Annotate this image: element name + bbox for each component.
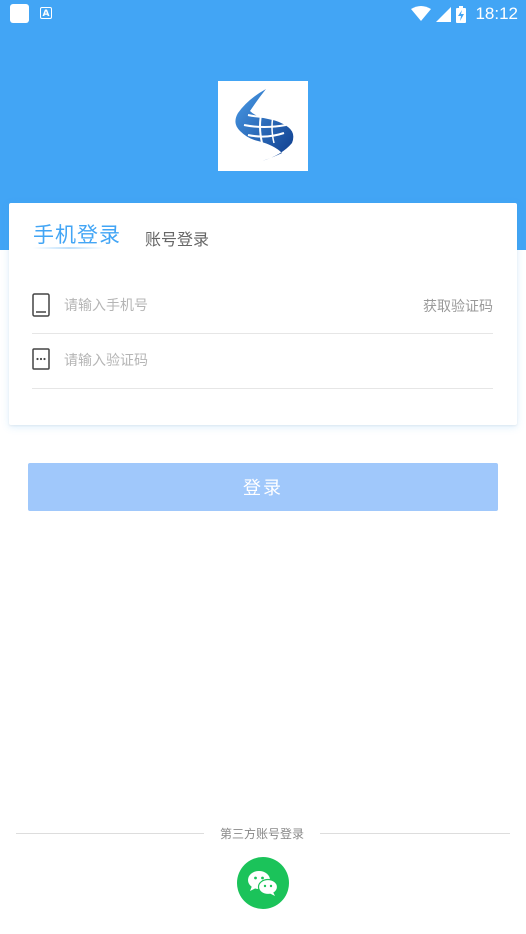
code-input[interactable] [64, 350, 364, 372]
third-party-label: 第三方账号登录 [219, 827, 304, 841]
divider-right [320, 833, 510, 834]
status-bar: A 18:12 [0, 0, 526, 28]
code-field-row [32, 334, 493, 389]
login-button[interactable]: 登录 [28, 463, 498, 511]
tab-phone-login[interactable]: 手机登录 [33, 219, 121, 249]
phone-field-row: 获取验证码 [32, 279, 493, 334]
wechat-login-button[interactable] [237, 857, 289, 909]
login-card: 手机登录 账号登录 获取验证码 [9, 203, 517, 425]
app-notification-icon [10, 4, 29, 23]
company-logo-icon [235, 89, 294, 161]
tab-active-indicator [33, 247, 105, 249]
get-code-button[interactable]: 获取验证码 [423, 296, 493, 316]
tab-account-login[interactable]: 账号登录 [145, 226, 209, 250]
company-logo [218, 81, 308, 171]
status-bar-right: 18:12 [411, 2, 518, 26]
message-code-icon [32, 348, 50, 370]
login-screen: A 18:12 手机登录 账号登录 请输入手机号 获取验证码 请输入验证码 登录… [0, 0, 526, 934]
wechat-icon [248, 871, 279, 896]
cellular-signal-icon [436, 6, 452, 22]
a-letter-icon: A [40, 7, 52, 19]
wifi-icon [411, 6, 432, 21]
status-time: 18:12 [475, 4, 518, 23]
divider-left [16, 833, 204, 834]
phone-input[interactable] [64, 295, 364, 317]
phone-icon [32, 293, 50, 317]
battery-charging-icon [456, 5, 467, 23]
